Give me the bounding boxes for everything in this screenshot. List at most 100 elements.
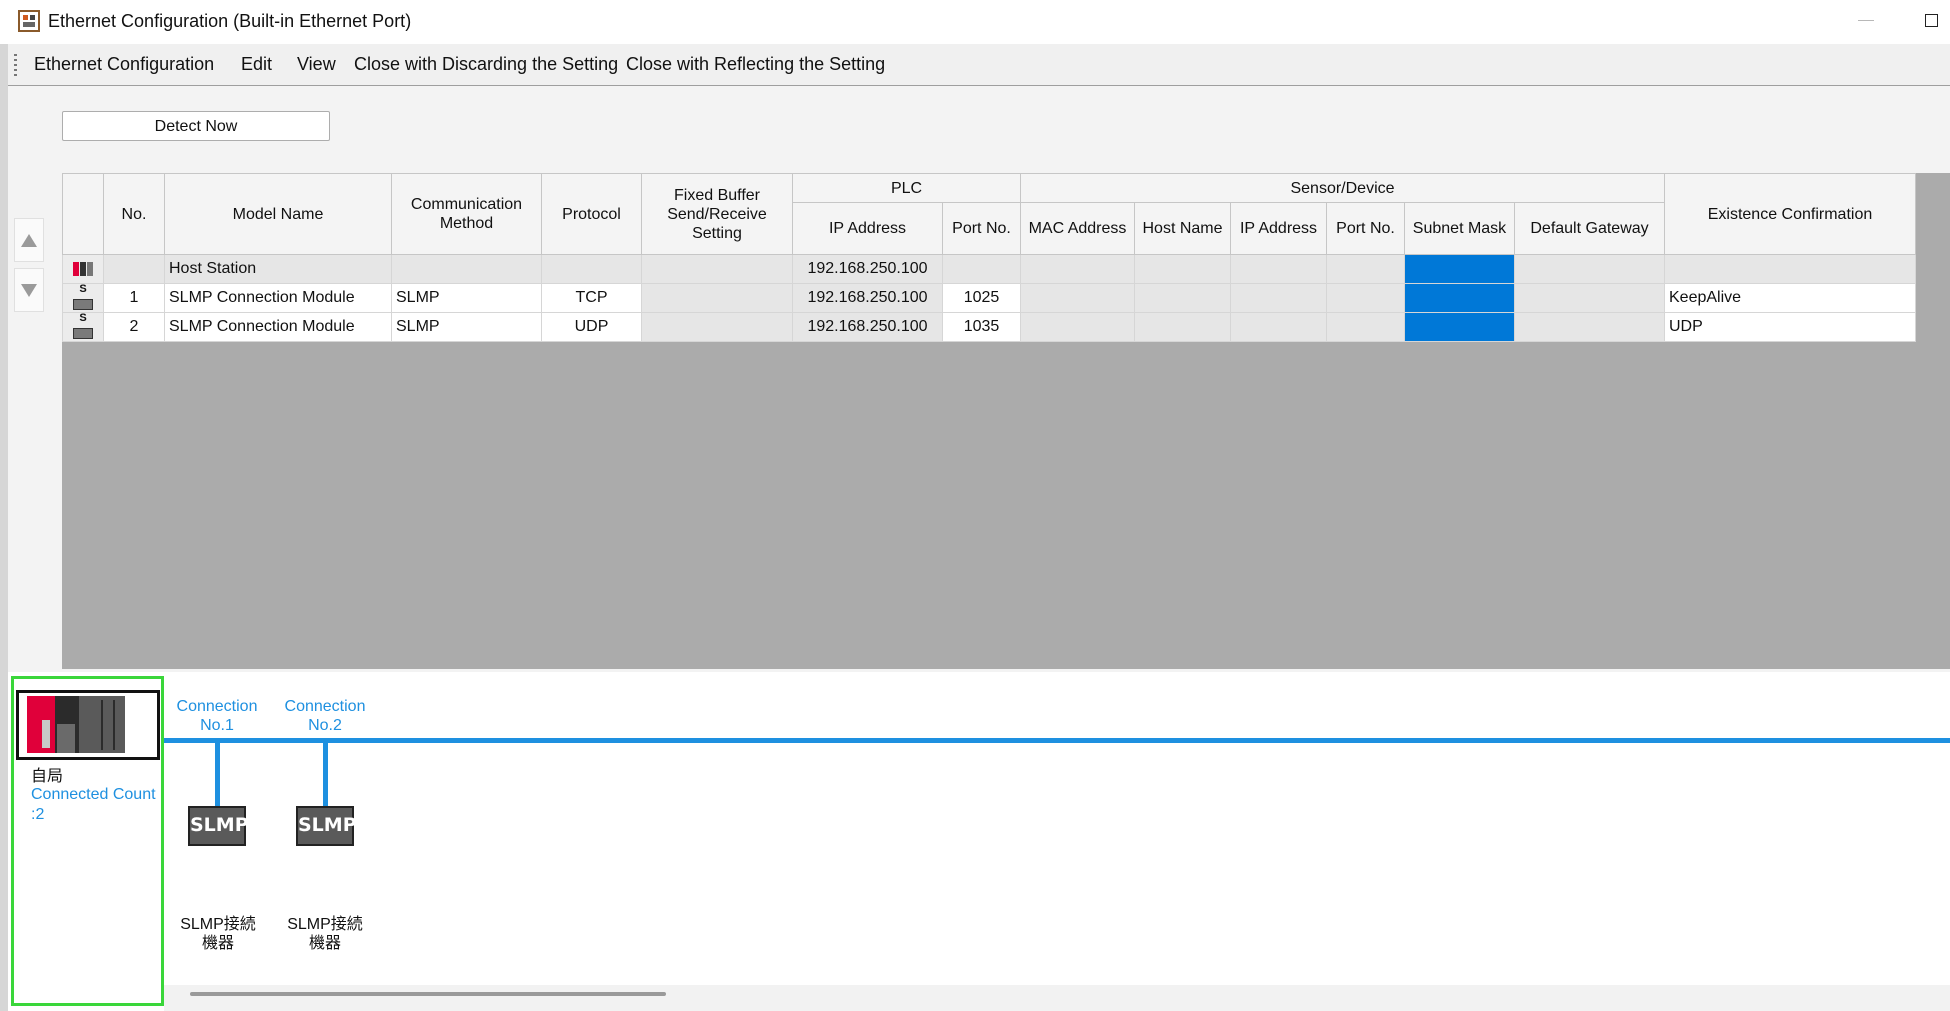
header-subnet-mask: Subnet Mask	[1404, 202, 1515, 255]
menu-view[interactable]: View	[297, 54, 336, 75]
row-protocol[interactable]	[541, 254, 642, 284]
station-name: 自局	[31, 768, 64, 785]
row-default-gateway[interactable]	[1514, 312, 1665, 342]
move-down-button[interactable]	[14, 268, 44, 312]
connection-label-2: Connection No.2	[284, 698, 366, 734]
menu-ethernet-configuration[interactable]: Ethernet Configuration	[34, 54, 214, 75]
connection-label-1: Connection No.1	[176, 698, 258, 734]
header-sensor-group: Sensor/Device	[1020, 173, 1665, 203]
row-subnet-mask[interactable]	[1404, 283, 1515, 313]
row-plc-port[interactable]	[942, 254, 1021, 284]
connection-drop-line-2	[323, 743, 328, 807]
row-plc-ip[interactable]: 192.168.250.100	[792, 283, 943, 313]
plc-cpu-slot-icon	[42, 720, 50, 748]
row-comm-method[interactable]	[391, 254, 542, 284]
row-existence[interactable]	[1664, 254, 1916, 284]
slmp-device-icon-1[interactable]: SLMP	[188, 806, 249, 846]
header-plc-ip: IP Address	[792, 202, 943, 255]
row-fixed-buffer[interactable]	[641, 283, 793, 313]
row-model-name[interactable]: SLMP Connection Module	[164, 283, 392, 313]
diagram-scroll-track	[164, 985, 1950, 1011]
header-fixed-buffer: Fixed Buffer Send/Receive Setting	[641, 173, 793, 255]
header-plc-group: PLC	[792, 173, 1021, 203]
header-sensor-ip: IP Address	[1230, 202, 1327, 255]
header-communication-method: Communication Method	[391, 173, 542, 255]
row-protocol[interactable]: UDP	[541, 312, 642, 342]
row-mac-address[interactable]	[1020, 283, 1135, 313]
row-host-name[interactable]	[1134, 254, 1231, 284]
header-default-gateway: Default Gateway	[1514, 202, 1665, 255]
table-row[interactable]: S 2 SLMP Connection Module SLMP UDP 192.…	[62, 312, 1916, 342]
maximize-button[interactable]	[1925, 14, 1938, 27]
row-existence[interactable]: KeepAlive	[1664, 283, 1916, 313]
row-mac-address[interactable]	[1020, 312, 1135, 342]
horizontal-scrollbar[interactable]	[190, 992, 666, 996]
header-icon	[62, 173, 104, 255]
rack-divider	[113, 700, 115, 750]
header-model-name: Model Name	[164, 173, 392, 255]
detect-now-button[interactable]: Detect Now	[62, 111, 330, 141]
header-mac-address: MAC Address	[1020, 202, 1135, 255]
ethernet-bus-line	[164, 738, 1950, 743]
row-fixed-buffer[interactable]	[641, 312, 793, 342]
row-host-name[interactable]	[1134, 312, 1231, 342]
row-model-name[interactable]: SLMP Connection Module	[164, 312, 392, 342]
row-no: 1	[103, 283, 165, 313]
slmp-module-icon: S	[62, 312, 104, 342]
row-plc-port[interactable]: 1025	[942, 283, 1021, 313]
menu-grip-icon[interactable]	[14, 54, 17, 76]
host-station-icon	[62, 254, 104, 284]
header-sensor-port: Port No.	[1326, 202, 1405, 255]
row-sensor-port[interactable]	[1326, 254, 1405, 284]
header-protocol: Protocol	[541, 173, 642, 255]
row-sensor-ip[interactable]	[1230, 283, 1327, 313]
header-existence-confirmation: Existence Confirmation	[1664, 173, 1916, 255]
row-default-gateway[interactable]	[1514, 283, 1665, 313]
row-no	[103, 254, 165, 284]
row-default-gateway[interactable]	[1514, 254, 1665, 284]
row-no: 2	[103, 312, 165, 342]
row-model-name[interactable]: Host Station	[164, 254, 392, 284]
move-up-button[interactable]	[14, 218, 44, 262]
row-sensor-port[interactable]	[1326, 283, 1405, 313]
title-bar: Ethernet Configuration (Built-in Etherne…	[0, 0, 1950, 45]
arrow-down-icon	[21, 283, 37, 297]
row-move-controls	[14, 218, 44, 318]
header-plc-port: Port No.	[942, 202, 1021, 255]
connected-count: Connected Count :2	[31, 786, 156, 823]
row-subnet-mask[interactable]	[1404, 312, 1515, 342]
header-host-name: Host Name	[1134, 202, 1231, 255]
table-row[interactable]: S 1 SLMP Connection Module SLMP TCP 192.…	[62, 283, 1916, 313]
header-no: No.	[103, 173, 165, 255]
row-fixed-buffer[interactable]	[641, 254, 793, 284]
arrow-up-icon	[21, 233, 37, 247]
left-edge-strip	[0, 44, 8, 1011]
connection-drop-line-1	[215, 743, 220, 807]
minimize-button[interactable]	[1858, 20, 1874, 21]
ethernet-config-app-icon	[18, 10, 40, 32]
row-mac-address[interactable]	[1020, 254, 1135, 284]
row-existence[interactable]: UDP	[1664, 312, 1916, 342]
row-protocol[interactable]: TCP	[541, 283, 642, 313]
row-comm-method[interactable]: SLMP	[391, 283, 542, 313]
slmp-device-label-1: SLMP接続 機器	[180, 916, 256, 952]
row-plc-port[interactable]: 1035	[942, 312, 1021, 342]
connection-grid: No. Model Name Communication Method Prot…	[62, 173, 1916, 342]
row-comm-method[interactable]: SLMP	[391, 312, 542, 342]
row-subnet-mask[interactable]	[1404, 254, 1515, 284]
menu-close-discard[interactable]: Close with Discarding the Setting	[354, 54, 618, 75]
menu-edit[interactable]: Edit	[241, 54, 272, 75]
plc-module-gray-icon	[57, 724, 75, 753]
row-sensor-ip[interactable]	[1230, 312, 1327, 342]
row-host-name[interactable]	[1134, 283, 1231, 313]
window-title: Ethernet Configuration (Built-in Etherne…	[48, 11, 412, 31]
row-sensor-ip[interactable]	[1230, 254, 1327, 284]
row-plc-ip[interactable]: 192.168.250.100	[792, 312, 943, 342]
slmp-module-icon: S	[62, 283, 104, 313]
menu-close-reflect[interactable]: Close with Reflecting the Setting	[626, 54, 885, 75]
slmp-device-icon-2[interactable]: SLMP	[296, 806, 357, 846]
row-plc-ip[interactable]: 192.168.250.100	[792, 254, 943, 284]
rack-divider	[101, 700, 103, 750]
row-sensor-port[interactable]	[1326, 312, 1405, 342]
table-row[interactable]: Host Station 192.168.250.100	[62, 254, 1916, 284]
